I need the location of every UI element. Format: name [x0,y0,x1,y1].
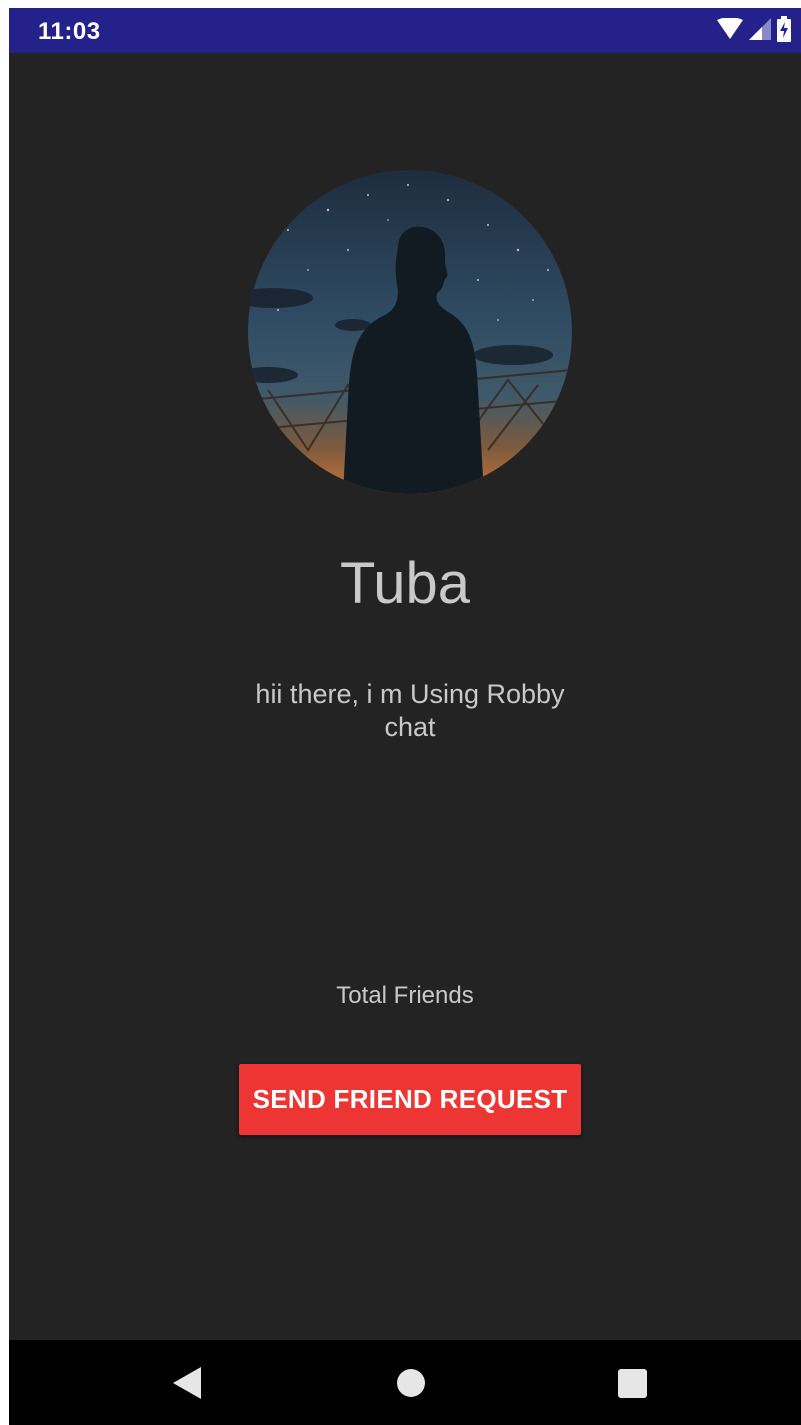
recents-icon[interactable] [618,1369,647,1398]
signal-icon [749,17,771,45]
status-time: 11:03 [38,18,101,45]
status-icons [717,15,791,47]
battery-charging-icon [777,15,791,47]
profile-name: Tuba [339,551,471,616]
profile-avatar [248,170,572,494]
back-icon[interactable] [173,1367,201,1399]
navigation-bar [9,1340,801,1425]
profile-content: Tuba hii there, i m Using Robby chat Tot… [9,53,801,1340]
profile-status-text: hii there, i m Using Robby chat [255,679,565,742]
send-friend-request-button[interactable]: SEND FRIEND REQUEST [239,1064,581,1135]
status-bar: 11:03 [9,8,801,53]
phone-screen: 11:03 Tuba hii there, i m Using Robby ch… [9,8,801,1425]
total-friends-label: Total Friends [336,982,474,1009]
home-icon[interactable] [397,1369,425,1397]
wifi-icon [717,16,743,45]
